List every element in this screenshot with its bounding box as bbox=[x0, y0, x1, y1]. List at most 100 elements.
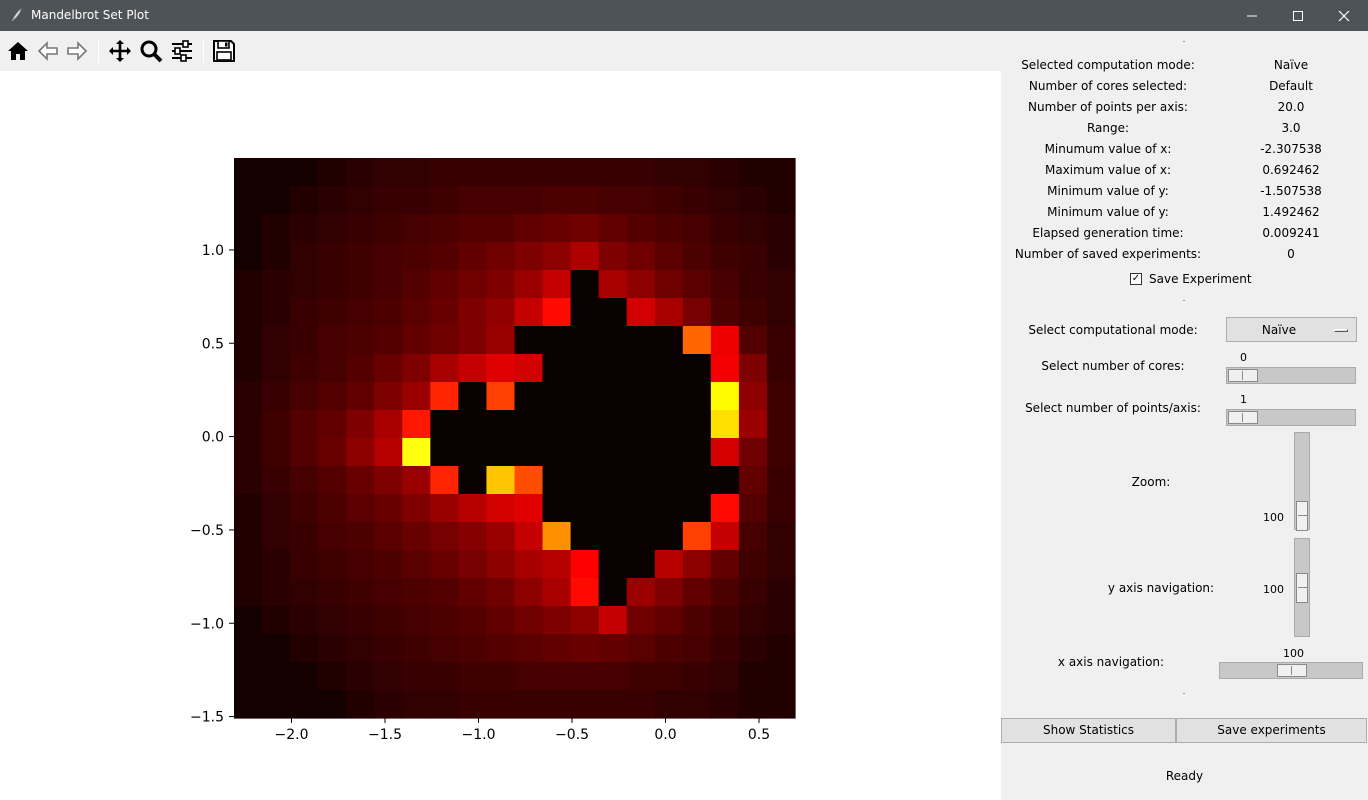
heatmap-cell bbox=[262, 326, 291, 355]
save-experiment-checkbox[interactable]: ✓ bbox=[1130, 273, 1142, 285]
heatmap-cell bbox=[346, 522, 375, 551]
mode-dropdown[interactable]: Naïve bbox=[1226, 317, 1357, 342]
heatmap-cell bbox=[458, 186, 488, 215]
heatmap-cell bbox=[318, 522, 347, 551]
save-experiment-checkbox-row[interactable]: ✓ Save Experiment bbox=[1130, 271, 1252, 287]
x-nav-slider-value: 100 bbox=[1283, 647, 1304, 660]
info-label: Number of points per axis: bbox=[1028, 100, 1188, 114]
heatmap-cell bbox=[458, 158, 488, 187]
heatmap-cell bbox=[430, 214, 459, 243]
heatmap-cell bbox=[430, 242, 459, 271]
heatmap-cell bbox=[542, 438, 572, 467]
y-nav-slider-thumb[interactable] bbox=[1296, 573, 1308, 603]
info-label: Number of saved experiments: bbox=[1014, 247, 1202, 261]
heatmap-cell bbox=[710, 522, 740, 551]
heatmap-cell bbox=[542, 382, 572, 411]
heatmap-cell bbox=[318, 214, 347, 243]
heatmap-cell bbox=[458, 438, 488, 467]
heatmap-cell bbox=[402, 438, 431, 467]
heatmap-cell bbox=[626, 634, 656, 663]
heatmap-cell bbox=[570, 690, 600, 719]
mandelbrot-heatmap-chart: −2.0 −1.5 −1.0 −0.5 0.0 0.5 1.0 0.5 0.0 −0.5 −1.0 −… bbox=[190, 158, 796, 743]
heatmap-cell bbox=[290, 186, 319, 215]
heatmap-cell bbox=[654, 242, 684, 271]
heatmap-cell bbox=[458, 550, 488, 579]
cores-label: Select number of cores: bbox=[1041, 359, 1185, 373]
pan-button[interactable] bbox=[106, 37, 134, 65]
cores-slider[interactable] bbox=[1226, 367, 1356, 384]
heatmap-cell bbox=[738, 634, 768, 663]
heatmap-cell bbox=[598, 410, 628, 439]
heatmap-cell bbox=[766, 522, 796, 551]
heatmap-cell bbox=[402, 466, 431, 495]
heatmap-cell bbox=[318, 298, 347, 327]
heatmap-cell bbox=[402, 662, 431, 691]
heatmap-cell bbox=[766, 410, 796, 439]
heatmap-cell bbox=[682, 354, 712, 383]
maximize-button[interactable] bbox=[1275, 0, 1321, 31]
save-figure-button[interactable] bbox=[210, 37, 238, 65]
forward-button[interactable] bbox=[63, 37, 91, 65]
heatmap-cell bbox=[514, 494, 544, 523]
home-button[interactable] bbox=[4, 37, 32, 65]
heatmap-cell bbox=[598, 354, 628, 383]
x-tick-label: −1.5 bbox=[368, 727, 402, 743]
save-experiments-button[interactable]: Save experiments bbox=[1176, 718, 1367, 743]
heatmap-cell bbox=[374, 634, 403, 663]
heatmap-cell bbox=[318, 410, 347, 439]
heatmap-cell bbox=[514, 634, 544, 663]
heatmap-cell bbox=[346, 634, 375, 663]
cores-slider-thumb[interactable] bbox=[1228, 369, 1258, 382]
info-row: Number of cores selected: Default bbox=[1001, 76, 1368, 97]
zoom-slider-thumb[interactable] bbox=[1296, 501, 1308, 531]
heatmap-cell bbox=[514, 690, 544, 719]
heatmap-cell bbox=[262, 578, 291, 607]
heatmap-cell bbox=[514, 550, 544, 579]
heatmap-cell bbox=[430, 634, 459, 663]
heatmap-cell bbox=[458, 326, 488, 355]
heatmap-cell bbox=[598, 662, 628, 691]
heatmap-cell bbox=[598, 466, 628, 495]
points-slider[interactable] bbox=[1226, 409, 1356, 426]
heatmap-cell bbox=[682, 634, 712, 663]
heatmap-cell bbox=[626, 606, 656, 635]
info-value: 0 bbox=[1287, 247, 1295, 261]
configure-subplots-button[interactable] bbox=[168, 37, 196, 65]
x-nav-slider[interactable] bbox=[1219, 662, 1363, 679]
heatmap-cell bbox=[766, 634, 796, 663]
heatmap-cell bbox=[346, 270, 375, 299]
mode-dropdown-value: Naïve bbox=[1261, 323, 1297, 337]
heatmap-cell bbox=[654, 578, 684, 607]
plot-canvas[interactable]: −2.0 −1.5 −1.0 −0.5 0.0 0.5 1.0 0.5 0.0 −0.5 −1.0 −… bbox=[0, 71, 1001, 800]
heatmap-cell bbox=[290, 522, 319, 551]
heatmap-cell bbox=[318, 606, 347, 635]
heatmap-cell bbox=[430, 662, 459, 691]
info-row: Elapsed generation time: 0.009241 bbox=[1001, 223, 1368, 244]
heatmap-cell bbox=[514, 410, 544, 439]
heatmap-cell bbox=[570, 522, 600, 551]
heatmap-cell bbox=[766, 438, 796, 467]
y-nav-slider[interactable] bbox=[1294, 538, 1310, 637]
heatmap-cell bbox=[402, 494, 431, 523]
x-nav-slider-thumb[interactable] bbox=[1277, 664, 1307, 677]
minimize-button[interactable] bbox=[1229, 0, 1275, 31]
heatmap-cell bbox=[346, 382, 375, 411]
heatmap-cell bbox=[514, 242, 544, 271]
heatmap-cell bbox=[682, 606, 712, 635]
heatmap-cell bbox=[374, 382, 403, 411]
show-statistics-button[interactable]: Show Statistics bbox=[1001, 718, 1176, 743]
zoom-slider[interactable] bbox=[1294, 432, 1310, 531]
title-bar: Mandelbrot Set Plot bbox=[0, 0, 1368, 31]
info-label: Minimum value of y: bbox=[1047, 205, 1169, 219]
y-tick-label: 0.0 bbox=[202, 430, 224, 446]
heatmap-cell bbox=[290, 634, 319, 663]
heatmap-cell bbox=[626, 438, 656, 467]
heatmap-cell bbox=[402, 326, 431, 355]
back-button[interactable] bbox=[34, 37, 62, 65]
heatmap-cell bbox=[514, 186, 544, 215]
points-slider-thumb[interactable] bbox=[1228, 411, 1258, 424]
zoom-button[interactable] bbox=[137, 37, 165, 65]
close-button[interactable] bbox=[1321, 0, 1367, 31]
info-label: Selected computation mode: bbox=[1021, 58, 1195, 72]
heatmap-cell bbox=[542, 522, 572, 551]
